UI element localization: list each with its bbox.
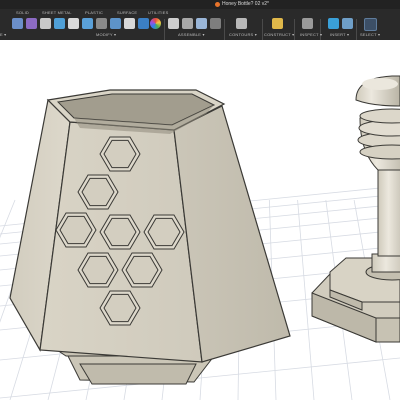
group-contours[interactable]: CONTOURS ▾ (229, 32, 257, 38)
offset-plane-icon[interactable] (272, 18, 283, 29)
decal-icon[interactable] (342, 18, 353, 29)
split-icon[interactable] (110, 18, 121, 29)
measure-icon[interactable] (302, 18, 313, 29)
chamfer-icon[interactable] (40, 18, 51, 29)
push-pull-icon[interactable] (12, 18, 23, 29)
group-fragment[interactable]: E ▾ (0, 32, 6, 38)
ribbon-toolbar: Honey Bottle? 02 v2* SOLID SHEET METAL P… (0, 0, 400, 40)
replace-face-icon[interactable] (96, 18, 107, 29)
viewport-scene (0, 75, 400, 400)
joint-icon[interactable] (182, 18, 193, 29)
tab-sheet-metal[interactable]: SHEET METAL (42, 10, 72, 16)
group-labels: E ▾ MODIFY ▾ ASSEMBLE ▾ CONTOURS ▾ CONST… (0, 31, 400, 40)
tool-row (0, 17, 400, 40)
group-select[interactable]: SELECT ▾ (360, 32, 380, 38)
group-modify[interactable]: MODIFY ▾ (96, 32, 116, 38)
move-icon[interactable] (124, 18, 135, 29)
tab-solid[interactable]: SOLID (16, 10, 29, 16)
title-bar: Honey Bottle? 02 v2* (0, 0, 400, 9)
select-icon[interactable] (364, 18, 377, 31)
insert-mesh-icon[interactable] (328, 18, 339, 29)
group-assemble[interactable]: ASSEMBLE ▾ (178, 32, 205, 38)
document-icon (215, 2, 220, 7)
hexagonal-honey-pot[interactable] (9, 89, 291, 385)
as-built-joint-icon[interactable] (196, 18, 207, 29)
appearance-icon[interactable] (150, 18, 161, 29)
new-component-icon[interactable] (168, 18, 179, 29)
document-tab[interactable]: Honey Bottle? 02 v2* (215, 1, 269, 8)
group-insert[interactable]: INSERT ▾ (330, 32, 349, 38)
rigid-group-icon[interactable] (210, 18, 221, 29)
document-title: Honey Bottle? 02 v2* (222, 1, 269, 7)
combine-icon[interactable] (82, 18, 93, 29)
tab-utilities[interactable]: UTILITIES (148, 10, 168, 16)
align-icon[interactable] (138, 18, 149, 29)
contour-icon[interactable] (236, 18, 247, 29)
ribbon-tabs: SOLID SHEET METAL PLASTIC SURFACE UTILIT… (0, 9, 400, 17)
group-construct[interactable]: CONSTRUCT ▾ (264, 32, 294, 38)
group-inspect[interactable]: INSPECT ▾ (300, 32, 322, 38)
tab-plastic[interactable]: PLASTIC (85, 10, 103, 16)
shell-icon[interactable] (54, 18, 65, 29)
scale-icon[interactable] (68, 18, 79, 29)
tab-surface[interactable]: SURFACE (117, 10, 137, 16)
fillet-icon[interactable] (26, 18, 37, 29)
canvas-viewport[interactable] (0, 40, 400, 400)
